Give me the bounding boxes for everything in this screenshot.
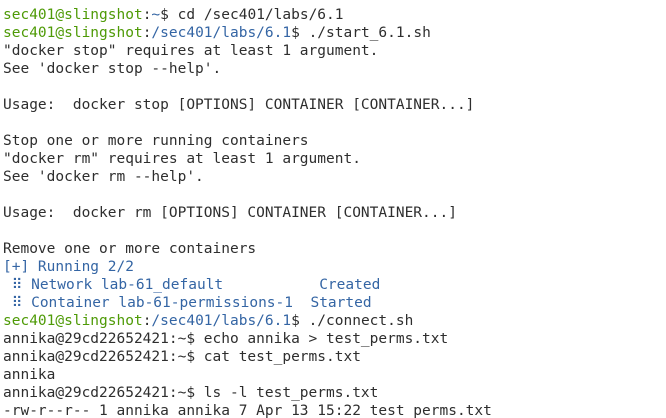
terminal-line: Usage: docker stop [OPTIONS] CONTAINER […	[0, 96, 666, 114]
output-text: annika	[3, 367, 56, 383]
command-text: ./connect.sh	[308, 313, 414, 329]
terminal-output: sec401@slingshot:~$ cd /sec401/labs/6.1 s…	[0, 6, 666, 418]
prompt-line: sec401@slingshot:/sec401/labs/6.1$ ./con…	[0, 312, 666, 330]
compose-status-line: ⠿ Container lab-61-permissions-1 Started	[0, 294, 666, 312]
compose-status: Started	[310, 295, 372, 311]
prompt-line: sec401@slingshot:~$ cd /sec401/labs/6.1	[0, 6, 666, 24]
terminal-line: annika@29cd22652421:~$ echo annika > tes…	[0, 330, 666, 348]
output-text: Usage: docker stop [OPTIONS] CONTAINER […	[3, 97, 475, 113]
compose-resource-name: Network lab-61_default	[31, 277, 224, 293]
compose-progress: [+] Running 2/2	[3, 259, 134, 275]
prompt-path: /sec401/labs/6.1	[151, 313, 292, 329]
terminal-line: "docker rm" requires at least 1 argument…	[0, 150, 666, 168]
spinner-icon: ⠿	[3, 277, 32, 293]
output-text: "docker rm" requires at least 1 argument…	[3, 151, 361, 167]
compose-padding	[223, 277, 319, 293]
command-text: ./start_6.1.sh	[308, 25, 431, 41]
prompt-symbol: $	[291, 25, 309, 41]
compose-status: Created	[319, 277, 381, 293]
output-text: "docker stop" requires at least 1 argume…	[3, 43, 379, 59]
output-text: annika@29cd22652421:~$ ls -l test_perms.…	[3, 385, 379, 401]
prompt-symbol: $	[291, 313, 309, 329]
prompt-path: ~	[151, 7, 161, 23]
output-text: Remove one or more containers	[3, 241, 257, 257]
terminal-window[interactable]: sec401@slingshot:~$ cd /sec401/labs/6.1 s…	[0, 0, 666, 418]
terminal-line: "docker stop" requires at least 1 argume…	[0, 42, 666, 60]
prompt-user: sec401@slingshot	[3, 7, 143, 23]
prompt-user: sec401@slingshot	[3, 25, 143, 41]
terminal-line: See 'docker stop --help'.	[0, 60, 666, 78]
terminal-line: annika@29cd22652421:~$ cat test_perms.tx…	[0, 348, 666, 366]
output-text: See 'docker stop --help'.	[3, 61, 222, 77]
terminal-line: annika@29cd22652421:~$ ls -l test_perms.…	[0, 384, 666, 402]
command-text: cd /sec401/labs/6.1	[177, 7, 344, 23]
output-text: See 'docker rm --help'.	[3, 169, 204, 185]
output-text: annika@29cd22652421:~$ cat test_perms.tx…	[3, 349, 361, 365]
terminal-line: Remove one or more containers	[0, 240, 666, 258]
compose-padding	[293, 295, 310, 311]
compose-status-line: ⠿ Network lab-61_default Created	[0, 276, 666, 294]
terminal-line: Usage: docker rm [OPTIONS] CONTAINER [CO…	[0, 204, 666, 222]
compose-resource-name: Container lab-61-permissions-1	[31, 295, 293, 311]
spinner-icon: ⠿	[3, 295, 32, 311]
terminal-line: Stop one or more running containers	[0, 132, 666, 150]
output-text: annika@29cd22652421:~$ echo annika > tes…	[3, 331, 449, 347]
terminal-line: [+] Running 2/2	[0, 258, 666, 276]
terminal-line: -rw-r--r-- 1 annika annika 7 Apr 13 15:2…	[0, 402, 666, 418]
output-text: -rw-r--r-- 1 annika annika 7 Apr 13 15:2…	[3, 403, 492, 418]
prompt-user: sec401@slingshot	[3, 313, 143, 329]
terminal-line: annika	[0, 366, 666, 384]
output-text: Usage: docker rm [OPTIONS] CONTAINER [CO…	[3, 205, 457, 221]
prompt-line: sec401@slingshot:/sec401/labs/6.1$ ./sta…	[0, 24, 666, 42]
output-text: Stop one or more running containers	[3, 133, 309, 149]
prompt-symbol: $	[160, 7, 178, 23]
prompt-path: /sec401/labs/6.1	[151, 25, 292, 41]
terminal-line: See 'docker rm --help'.	[0, 168, 666, 186]
